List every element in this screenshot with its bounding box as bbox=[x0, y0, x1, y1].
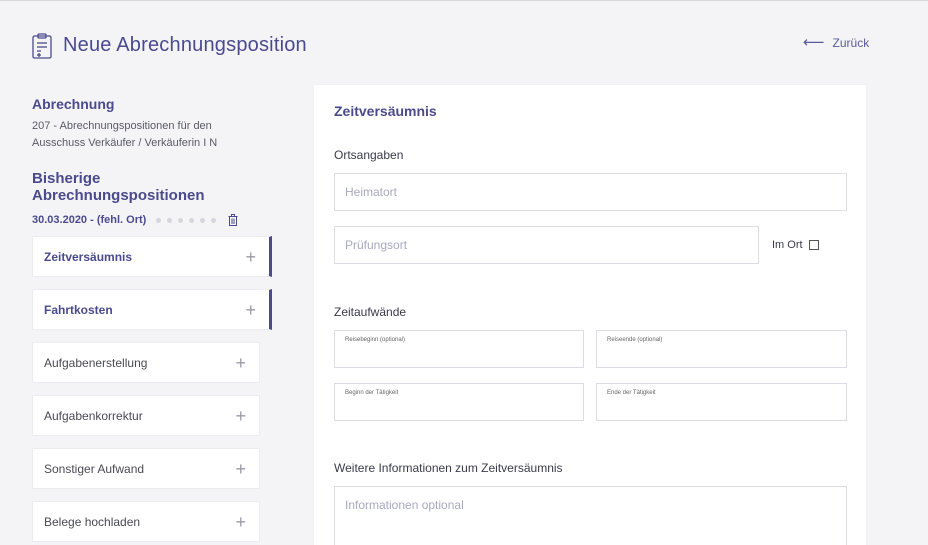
bisherige-entry-label: 30.03.2020 - (fehl. Ort) bbox=[32, 214, 147, 226]
nav-item-aufgabenerstellung[interactable]: Aufgabenerstellung + bbox=[32, 342, 260, 383]
reisebeginn-field[interactable]: Reisebeginn (optional) bbox=[334, 330, 584, 368]
dot bbox=[178, 217, 184, 223]
weitere-informationen-label: Weitere Informationen zum Zeitversäumnis bbox=[334, 461, 563, 475]
form-card: Zeitversäumnis Ortsangaben Heimatort Prü… bbox=[314, 85, 866, 545]
plus-icon[interactable]: + bbox=[235, 513, 246, 531]
nav-item-zeitversaeumnis[interactable]: Zeitversäumnis + bbox=[32, 236, 272, 277]
heimatort-input[interactable]: Heimatort bbox=[334, 173, 847, 211]
abrechnung-description-line1: 207 - Abrechnungspositionen für den bbox=[32, 120, 212, 132]
plus-icon[interactable]: + bbox=[245, 248, 256, 266]
dot bbox=[167, 217, 173, 223]
ende-taetigkeit-field[interactable]: Ende der Tätigkeit bbox=[596, 383, 847, 421]
dot bbox=[156, 217, 162, 223]
nav-item-label: Aufgabenerstellung bbox=[44, 355, 148, 370]
zeitaufwaende-label: Zeitaufwände bbox=[334, 305, 407, 319]
abrechnung-description-line2: Ausschuss Verkäufer / Verkäuferin I N bbox=[32, 137, 218, 149]
position-nav: Zeitversäumnis + Fahrtkosten + Aufgabene… bbox=[32, 236, 272, 545]
im-ort-checkbox[interactable] bbox=[808, 240, 819, 250]
beginn-taetigkeit-field[interactable]: Beginn der Tätigkeit bbox=[334, 383, 584, 421]
reiseende-field[interactable]: Reiseende (optional) bbox=[596, 330, 847, 368]
abrechnung-description: 207 - Abrechnungspositionen für den Auss… bbox=[32, 118, 272, 152]
plus-icon[interactable]: + bbox=[245, 301, 256, 319]
abrechnung-title: Abrechnung bbox=[32, 96, 115, 112]
nav-item-label: Zeitversäumnis bbox=[44, 249, 133, 264]
form-title: Zeitversäumnis bbox=[334, 103, 437, 119]
plus-icon[interactable]: + bbox=[235, 354, 246, 372]
nav-item-fahrtkosten[interactable]: Fahrtkosten + bbox=[32, 289, 272, 330]
back-link[interactable]: ⟵ Zurück bbox=[803, 34, 870, 51]
arrow-left-icon: ⟵ bbox=[803, 34, 825, 51]
abrechnung-info: Abrechnung 207 - Abrechnungspositionen f… bbox=[32, 96, 272, 228]
back-label: Zurück bbox=[832, 36, 870, 50]
nav-item-label: Belege hochladen bbox=[44, 514, 141, 529]
dot bbox=[211, 217, 217, 223]
plus-icon[interactable]: + bbox=[235, 407, 246, 425]
informationen-textarea[interactable]: Informationen optional bbox=[334, 486, 847, 545]
nav-item-label: Aufgabenkorrektur bbox=[44, 408, 143, 423]
im-ort-label: Im Ort bbox=[772, 239, 803, 251]
nav-item-belege-hochladen[interactable]: Belege hochladen + bbox=[32, 501, 260, 542]
nav-item-aufgabenkorrektur[interactable]: Aufgabenkorrektur + bbox=[32, 395, 260, 436]
trash-icon[interactable] bbox=[228, 214, 238, 226]
dot bbox=[189, 217, 195, 223]
nav-item-label: Fahrtkosten bbox=[44, 302, 113, 317]
page-title: Neue Abrechnungsposition bbox=[63, 34, 307, 56]
nav-item-sonstiger-aufwand[interactable]: Sonstiger Aufwand + bbox=[32, 448, 260, 489]
bisherige-title: Bisherige Abrechnungspositionen bbox=[32, 170, 205, 204]
bisherige-entry: 30.03.2020 - (fehl. Ort) bbox=[32, 212, 272, 228]
im-ort-toggle[interactable]: Im Ort bbox=[772, 239, 819, 251]
nav-item-label: Sonstiger Aufwand bbox=[44, 461, 145, 476]
page-header: Neue Abrechnungsposition ⟵ Zurück bbox=[0, 1, 928, 81]
pruefungsort-input[interactable]: Prüfungsort bbox=[334, 226, 759, 264]
plus-icon[interactable]: + bbox=[235, 460, 246, 478]
entry-dots bbox=[156, 217, 217, 223]
dot bbox=[200, 217, 206, 223]
ortsangaben-label: Ortsangaben bbox=[334, 148, 404, 162]
clipboard-add-icon bbox=[32, 33, 52, 59]
